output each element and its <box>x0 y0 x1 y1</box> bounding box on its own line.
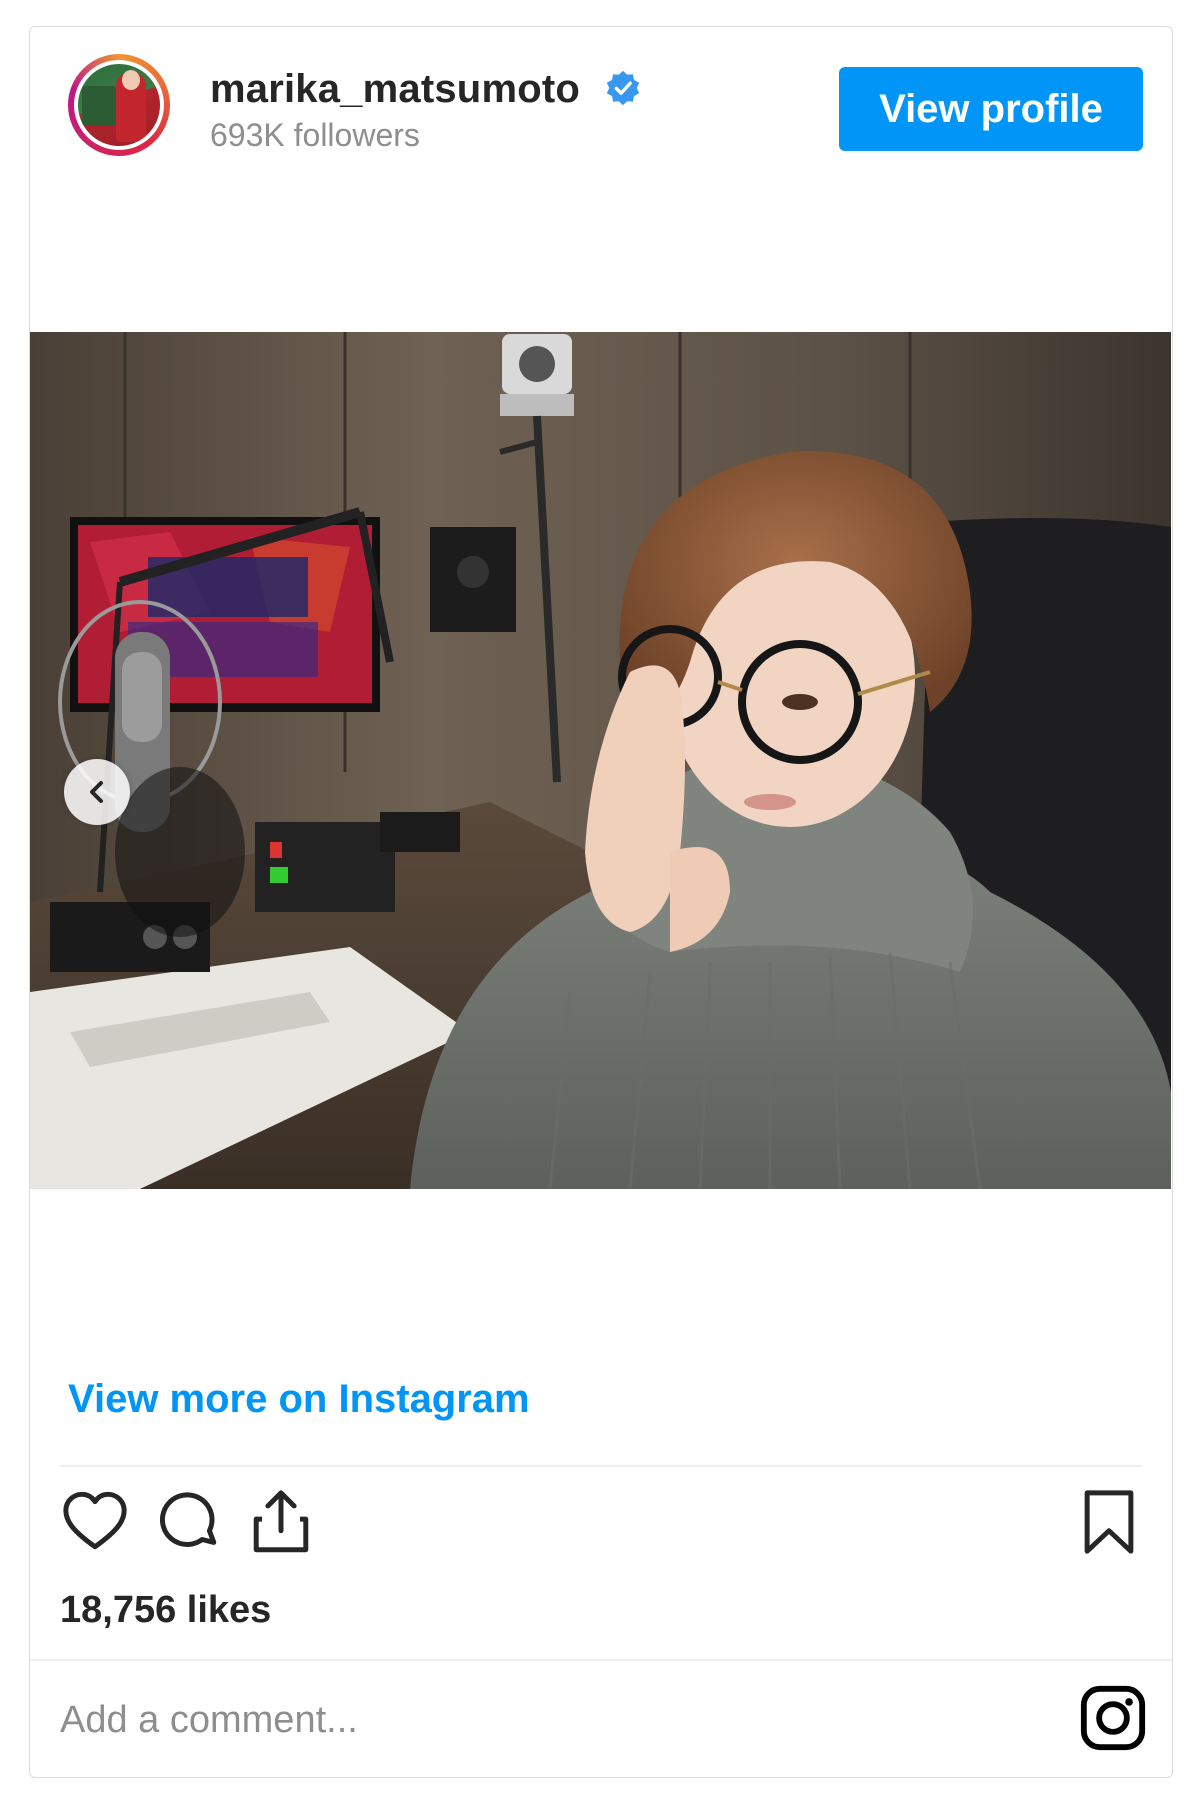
follower-count: 693K followers <box>210 117 420 153</box>
comment-input[interactable]: Add a comment... <box>60 1699 358 1742</box>
instagram-embed-card: marika_matsumoto 693K followers View pro… <box>29 26 1173 1778</box>
post-photo[interactable] <box>30 332 1171 1189</box>
post-photo-image <box>30 332 1171 1189</box>
like-count: 18,756 likes <box>60 1589 272 1631</box>
divider <box>60 1465 1142 1467</box>
comment-icon[interactable] <box>154 1487 224 1557</box>
avatar[interactable] <box>68 54 170 156</box>
chevron-left-icon <box>90 781 103 803</box>
action-bar <box>60 1487 1144 1567</box>
divider <box>30 1659 1172 1661</box>
heart-icon[interactable] <box>60 1487 130 1557</box>
view-profile-button[interactable]: View profile <box>839 67 1143 151</box>
username[interactable]: marika_matsumoto <box>210 67 580 112</box>
share-icon[interactable] <box>246 1487 316 1557</box>
bookmark-icon[interactable] <box>1074 1487 1144 1557</box>
carousel-prev-button[interactable] <box>64 759 130 825</box>
verified-badge-icon <box>606 70 640 106</box>
view-more-link[interactable]: View more on Instagram <box>68 1377 530 1422</box>
instagram-logo-icon[interactable] <box>1078 1683 1148 1753</box>
